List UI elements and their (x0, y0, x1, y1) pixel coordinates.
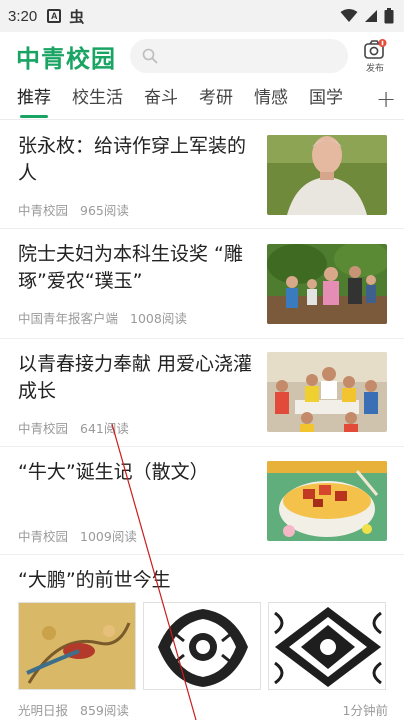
bug-icon: 虫 (69, 7, 85, 26)
camera-icon (364, 39, 387, 59)
article-title: 以青春接力奉献 用爱心浇灌成长 (18, 353, 253, 402)
article-reads: 1009阅读 (80, 529, 137, 544)
wifi-icon (340, 9, 358, 22)
article-source: 中青校园 (18, 529, 69, 544)
status-bar: 3:20 A 虫 (0, 0, 404, 32)
article-item[interactable]: “牛大”诞生记（散文） 中青校园 1009阅读 (0, 447, 404, 555)
publish-button[interactable]: 发布 (360, 38, 390, 74)
tab-campus-life[interactable]: 校生活 (72, 80, 123, 119)
article-meta: 中青校园 1009阅读 (18, 526, 137, 545)
article-source: 中青校园 (18, 203, 69, 218)
article-meta: 光明日报 859阅读 (18, 700, 129, 719)
category-tabs: 推荐 校生活 奋斗 考研 情感 国学 + (0, 80, 404, 120)
article-source: 中青校园 (18, 421, 69, 436)
article-title: 张永枚：给诗作穿上军装的人 (18, 135, 247, 184)
app-logo: 中青校园 (16, 44, 116, 73)
tab-strive[interactable]: 奋斗 (144, 80, 178, 119)
article-reads: 965阅读 (80, 203, 129, 218)
a-box-icon: A (47, 9, 62, 23)
article-item[interactable]: 以青春接力奉献 用爱心浇灌成长 中青校园 641阅读 (0, 339, 404, 447)
article-thumbnail (267, 352, 387, 432)
status-time: 3:20 (8, 7, 38, 25)
search-icon (142, 48, 158, 64)
article-meta: 中国青年报客户端 1008阅读 (18, 308, 187, 327)
article-time: 1分钟前 (342, 703, 388, 718)
signal-icon (365, 10, 377, 22)
article-title: “牛大”诞生记（散文） (18, 461, 209, 483)
article-thumbnail (267, 461, 387, 541)
tab-emotion[interactable]: 情感 (254, 80, 288, 119)
battery-icon (384, 8, 394, 24)
tab-sinology[interactable]: 国学 (309, 80, 343, 119)
article-meta: 中青校园 965阅读 (18, 200, 129, 219)
article-reads: 859阅读 (80, 703, 129, 718)
article-item[interactable]: 张永枚：给诗作穿上军装的人 中青校园 965阅读 (0, 121, 404, 229)
app-header: 中青校园 发布 (0, 32, 404, 80)
tab-postgrad-exam[interactable]: 考研 (199, 80, 233, 119)
gallery-image (143, 602, 261, 690)
gallery-image (18, 602, 136, 690)
article-reads: 1008阅读 (130, 311, 187, 326)
article-thumbnail (267, 244, 387, 324)
article-gallery[interactable] (18, 602, 388, 690)
search-input[interactable] (130, 39, 348, 73)
article-reads: 641阅读 (80, 421, 129, 436)
article-meta: 中青校园 641阅读 (18, 418, 129, 437)
article-source: 光明日报 (18, 703, 69, 718)
article-source: 中国青年报客户端 (18, 311, 119, 326)
article-title: 院士夫妇为本科生设奖 “雕琢”爱农“璞玉” (18, 243, 243, 292)
article-title: “大鹏”的前世今生 (18, 569, 171, 591)
tab-recommend[interactable]: 推荐 (17, 80, 51, 119)
gallery-image (268, 602, 386, 690)
article-item[interactable]: 院士夫妇为本科生设奖 “雕琢”爱农“璞玉” 中国青年报客户端 1008阅读 (0, 229, 404, 339)
plus-icon[interactable]: + (368, 80, 404, 119)
article-thumbnail (267, 135, 387, 215)
publish-label: 发布 (365, 64, 384, 74)
